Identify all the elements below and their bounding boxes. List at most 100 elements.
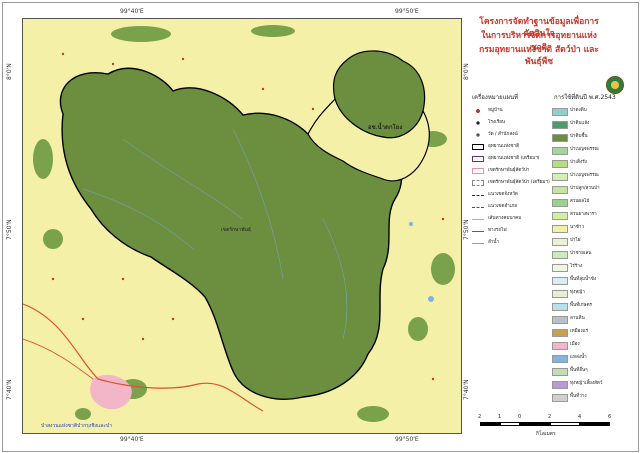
scale-tick: 4: [578, 414, 582, 420]
landuse-label: แหล่งน้ำ: [570, 355, 587, 360]
landuse-item: เหมืองแร่: [552, 327, 630, 337]
landuse-item: ป่าเต็งรัง: [552, 158, 630, 168]
landuse-label: ทุ่งหญ้าเลี้ยงสัตว์: [570, 381, 603, 386]
landuse-item: พื้นที่เกษตร: [552, 301, 630, 311]
landuse-item: พื้นที่ลุ่มน้ำขัง: [552, 275, 630, 285]
top-coord-2: 99°50'E: [395, 8, 419, 15]
landuse-item: สวนผลไม้: [552, 197, 630, 207]
landuse-swatch: [552, 212, 568, 220]
left-coord-1: 8°0'N: [6, 63, 13, 80]
legend-item: เขตรักษาพันธุ์สัตว์ป่า: [470, 166, 552, 176]
landuse-item: แหล่งน้ำ: [552, 353, 630, 363]
landuse-label: นาข้าว: [570, 225, 585, 230]
landuse-swatch: [552, 316, 568, 324]
legend-left-heading: เครื่องหมายแผนที่: [472, 94, 519, 101]
landuse-swatch: [552, 160, 568, 168]
legend-symbol: [472, 219, 484, 220]
landuse-item: ทุ่งหญ้า: [552, 288, 630, 298]
scale-seg-1: [480, 422, 500, 426]
legend-label: อุทยานแห่งชาติ: [488, 144, 520, 149]
scale-seg-3: [520, 422, 550, 426]
legend-item: วัด / สำนักสงฆ์: [470, 130, 552, 140]
landuse-label: ป่าเบญจพรรณ: [570, 173, 599, 178]
legend-label: โรงเรียน: [488, 120, 506, 125]
landuse-label: สวนผลไม้: [570, 199, 590, 204]
legend-label: เขตรักษาพันธุ์สัตว์ป่า (เตรียมฯ): [488, 180, 550, 185]
landuse-item: ทุ่งหญ้าเลี้ยงสัตว์: [552, 379, 630, 389]
bottom-note: ป่าสงวนแห่งชาติป่ากรุงชิงและป่า: [41, 422, 112, 429]
legend-item: เส้นทางคมนาคม: [470, 214, 552, 224]
landuse-swatch: [552, 121, 568, 129]
landuse-swatch: [552, 264, 568, 272]
landuse-swatch: [552, 303, 568, 311]
landuse-item: ป่าปลูก/สวนป่า: [552, 184, 630, 194]
landuse-item: ป่าเบญจพรรณ: [552, 171, 630, 181]
center-label: เขตรักษาพันธุ์: [221, 226, 251, 233]
landuse-item: ป่าชายเลน: [552, 249, 630, 259]
landuse-item: ป่าดิบแล้ง: [552, 119, 630, 129]
landuse-item: ลานหิน: [552, 314, 630, 324]
scale-tick: 1: [498, 414, 502, 420]
legend-item: เขตรักษาพันธุ์สัตว์ป่า (เตรียมฯ): [470, 178, 552, 188]
landuse-item: ป่าดิบชื้น: [552, 132, 630, 142]
legend-symbol: [472, 168, 484, 174]
landuse-swatch: [552, 368, 568, 376]
landuse-swatch: [552, 238, 568, 246]
landuse-item: สวนยางพารา: [552, 210, 630, 220]
legend-label: หมู่บ้าน: [488, 108, 503, 113]
landuse-label: ไร่ร้าง: [570, 264, 583, 269]
title-line-3: กรมอุทยานแห่งชาติ สัตว์ป่า และพันธุ์พืช: [479, 45, 599, 67]
legend-item: หมู่บ้าน: [470, 106, 552, 116]
landuse-label: ป่าดงดิบ: [570, 108, 587, 113]
landuse-item: ป่าเบญจพรรณ: [552, 145, 630, 155]
landuse-swatch: [552, 394, 568, 402]
legend-item: อุทยานแห่งชาติ: [470, 142, 552, 152]
legend-symbol: [472, 108, 484, 114]
landuse-label: ลานหิน: [570, 316, 585, 321]
scale-seg-4: [550, 422, 580, 426]
landuse-swatch: [552, 186, 568, 194]
legend-label: อุทยานแห่งชาติ (เตรียมฯ): [488, 156, 540, 161]
landuse-item: พื้นที่อื่นๆ: [552, 366, 630, 376]
landuse-label: ป่าดิบแล้ง: [570, 121, 590, 126]
scale-tick: 2: [548, 414, 552, 420]
landuse-swatch: [552, 329, 568, 337]
landuse-label: ป่าดิบชื้น: [570, 134, 588, 139]
landuse-label: พื้นที่เกษตร: [570, 303, 593, 308]
legend-item: ลำน้ำ: [470, 238, 552, 248]
legend-symbol: [472, 207, 484, 208]
legend-item: โรงเรียน: [470, 118, 552, 128]
scale-seg-5: [580, 422, 610, 426]
landuse-swatch: [552, 342, 568, 350]
landuse-swatch: [552, 381, 568, 389]
scale-unit: กิโลเมตร: [536, 431, 556, 437]
top-coord-1: 99°40'E: [120, 8, 144, 15]
legend-symbol: [472, 132, 484, 138]
landuse-label: ป่าเต็งรัง: [570, 160, 588, 165]
legend-item: แนวเขตจังหวัด: [470, 190, 552, 200]
landuse-swatch: [552, 355, 568, 363]
landuse-item: เมือง: [552, 340, 630, 350]
scale-tick: 0: [518, 414, 522, 420]
landuse-label: ป่าเบญจพรรณ: [570, 147, 599, 152]
legend-panel: โครงการจัดทำฐานข้อมูลเพื่อการตัดสินใจ ใน…: [470, 6, 630, 446]
left-coord-3: 7°40'N: [6, 379, 13, 400]
landuse-item: ป่าดงดิบ: [552, 106, 630, 116]
legend-right-heading: การใช้ที่ดินปี พ.ศ.2543: [554, 94, 616, 101]
legend-label: เส้นทางคมนาคม: [488, 216, 522, 221]
map-canvas[interactable]: อช.น้ำตกโยง เขตรักษาพันธุ์ ป่าสงวนแห่งชา…: [22, 18, 462, 434]
landuse-label: พื้นที่ลุ่มน้ำขัง: [570, 277, 597, 282]
landuse-item: พื้นที่ว่าง: [552, 392, 630, 402]
landuse-label: สวนยางพารา: [570, 212, 597, 217]
scale-seg-2: [500, 422, 520, 426]
landuse-label: พื้นที่อื่นๆ: [570, 368, 588, 373]
legend-item: อุทยานแห่งชาติ (เตรียมฯ): [470, 154, 552, 164]
right-coord-1: 8°0'N: [463, 63, 470, 80]
landuse-label: เหมืองแร่: [570, 329, 589, 334]
right-coord-3: 7°40'N: [463, 379, 470, 400]
landuse-item: ป่าไผ่: [552, 236, 630, 246]
legend-label: ลำน้ำ: [488, 240, 500, 245]
landuse-label: เมือง: [570, 342, 580, 347]
legend-symbol: [472, 231, 484, 232]
map-svg: อช.น้ำตกโยง เขตรักษาพันธุ์ ป่าสงวนแห่งชา…: [23, 19, 461, 433]
